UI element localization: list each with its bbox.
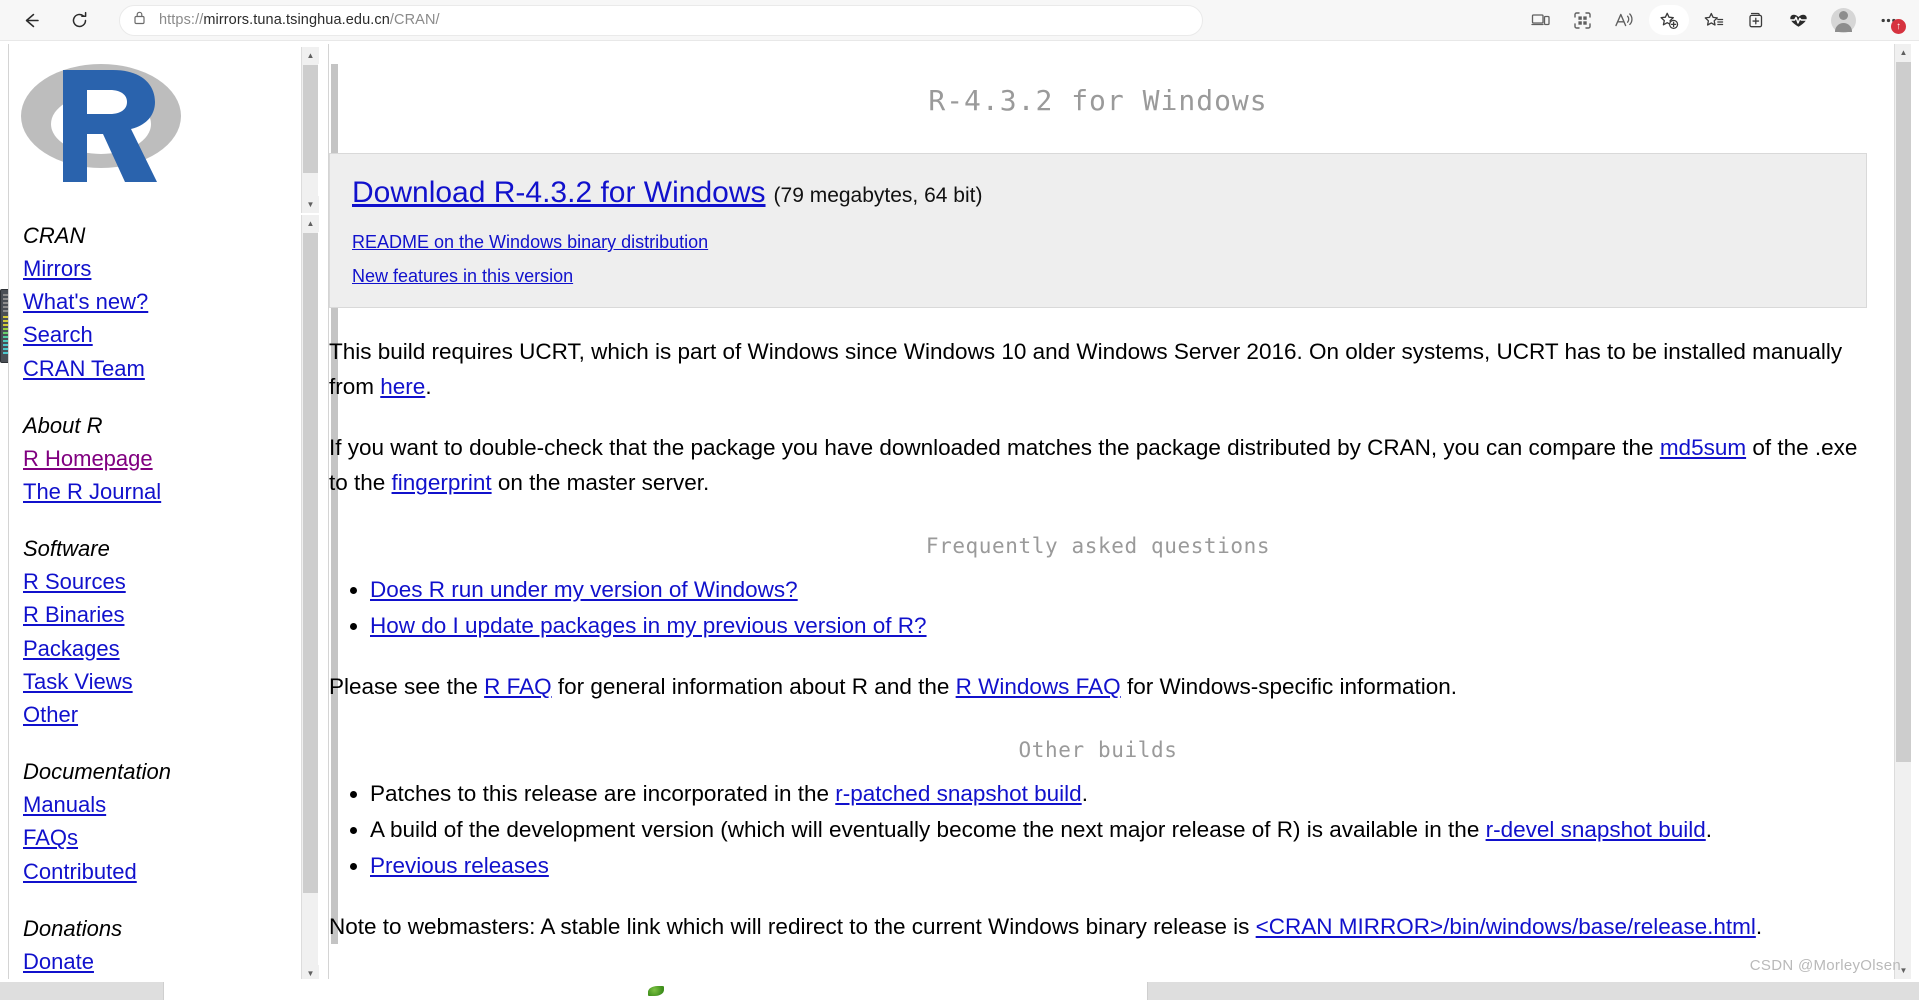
update-badge: ↑ (1891, 19, 1906, 34)
ucrt-text-after: . (425, 374, 432, 399)
page-title: R-4.3.2 for Windows (928, 84, 1268, 117)
split-screen-icon (1530, 13, 1550, 25)
ucrt-paragraph: This build requires UCRT, which is part … (329, 334, 1867, 404)
scroll-up-arrow-icon[interactable]: ▲ (302, 47, 319, 64)
taskbar-window-preview[interactable] (163, 982, 1148, 1000)
collections-icon (1749, 12, 1763, 27)
r-patched-snapshot-link[interactable]: r-patched snapshot build (835, 781, 1081, 806)
download-box: Download R-4.3.2 for Windows (79 megabyte… (329, 153, 1867, 308)
webmaster-note-paragraph: Note to webmasters: A stable link which … (329, 909, 1867, 944)
sidebar-scrollbar-top[interactable]: ▲ ▼ (301, 47, 319, 213)
qr-code-icon (1573, 11, 1591, 29)
download-link[interactable]: Download R-4.3.2 for Windows (352, 176, 766, 209)
content-frame: R-4.3.2 for Windows Download R-4.3.2 for… (328, 44, 1911, 979)
list-item: Previous releases (370, 848, 1867, 883)
leaf-icon (647, 986, 664, 996)
md5-text-before: If you want to double-check that the pac… (329, 435, 1660, 460)
split-screen-button[interactable] (1523, 5, 1557, 35)
r-devel-snapshot-link[interactable]: r-devel snapshot build (1486, 817, 1706, 842)
md5-text-after: on the master server. (491, 470, 710, 495)
other-builds-list: Patches to this release are incorporated… (329, 776, 1867, 883)
favorites-list-icon (1704, 12, 1724, 26)
download-line: Download R-4.3.2 for Windows (79 megabyte… (352, 176, 1844, 210)
r-logo (15, 54, 195, 199)
faq-list: Does R run under my version of Windows? … (329, 572, 1867, 643)
scroll-down-arrow-icon[interactable]: ▼ (302, 196, 319, 213)
fingerprint-link[interactable]: fingerprint (392, 470, 492, 495)
page-viewport: CRAN Mirrors What's new? Search CRAN Tea… (0, 41, 1919, 982)
profile-button[interactable] (1826, 5, 1860, 35)
other-builds-heading: Other builds (1018, 738, 1178, 762)
scrollbar-thumb[interactable] (303, 65, 318, 173)
taskbar-strip (0, 982, 1919, 1000)
browser-toolbar: https://mirrors.tuna.tsinghua.edu.cn/CRA… (0, 0, 1919, 41)
scrollbar-thumb[interactable] (1896, 62, 1911, 762)
watermark: CSDN @MorleyOlsen (1749, 957, 1901, 974)
content-scrollbar[interactable]: ▲ ▼ (1894, 44, 1911, 979)
list-item: How do I update packages in my previous … (370, 608, 1867, 643)
download-size-note: (79 megabytes, 64 bit) (773, 184, 983, 207)
refresh-icon (72, 11, 86, 27)
qr-code-button[interactable] (1565, 5, 1599, 35)
readme-link[interactable]: README on the Windows binary distributio… (352, 232, 1844, 253)
md5-paragraph: If you want to double-check that the pac… (329, 430, 1867, 500)
url-path: /CRAN/ (389, 12, 440, 28)
list-item: Patches to this release are incorporated… (370, 776, 1867, 811)
favorites-button[interactable] (1697, 5, 1731, 35)
back-arrow-icon (25, 13, 39, 27)
faq-heading: Frequently asked questions (925, 534, 1271, 558)
md5sum-link[interactable]: md5sum (1660, 435, 1746, 460)
devel-after: . (1705, 817, 1712, 842)
webmaster-after: . (1755, 914, 1763, 939)
settings-and-more-button[interactable]: ↑ (1871, 5, 1906, 35)
faq-see-also-paragraph: Please see the R FAQ for general informa… (329, 669, 1867, 704)
r-windows-faq-link[interactable]: R Windows FAQ (956, 674, 1121, 699)
new-features-link[interactable]: New features in this version (352, 266, 1844, 287)
patched-before: Patches to this release are incorporated… (370, 781, 836, 806)
read-aloud-icon (1615, 12, 1633, 26)
address-bar[interactable]: https://mirrors.tuna.tsinghua.edu.cn/CRA… (119, 4, 1203, 36)
patched-after: . (1081, 781, 1088, 806)
previous-releases-link[interactable]: Previous releases (370, 853, 549, 878)
read-aloud-button[interactable] (1607, 5, 1641, 35)
add-favorite-button[interactable] (1649, 5, 1689, 35)
ucrt-text-before: This build requires UCRT, which is part … (329, 339, 1843, 399)
see-also-before: Please see the (329, 674, 485, 699)
r-faq-link[interactable]: R FAQ (484, 674, 552, 699)
browser-essentials-button[interactable] (1781, 5, 1815, 35)
toolbar-actions: ↑ (1519, 0, 1909, 41)
see-also-after: for Windows-specific information. (1120, 674, 1458, 699)
faq-link-update-packages[interactable]: How do I update packages in my previous … (370, 613, 927, 638)
url-scheme: https:// (159, 12, 204, 28)
content-inner: R-4.3.2 for Windows Download R-4.3.2 for… (329, 44, 1889, 944)
scroll-up-arrow-icon[interactable]: ▲ (1895, 44, 1911, 61)
cran-mirror-release-link[interactable]: <CRAN MIRROR>/bin/windows/base/release.h… (1256, 914, 1756, 939)
back-button[interactable] (13, 5, 49, 35)
refresh-button[interactable] (61, 5, 97, 35)
sidebar-frame: CRAN Mirrors What's new? Search CRAN Tea… (8, 44, 370, 979)
list-item: Does R run under my version of Windows? (370, 572, 1867, 607)
avatar (1830, 7, 1856, 33)
scroll-down-arrow-icon[interactable]: ▼ (302, 965, 319, 979)
scroll-up-arrow-icon[interactable]: ▲ (302, 215, 319, 232)
devel-before: A build of the development version (whic… (370, 817, 1486, 842)
ucrt-here-link[interactable]: here (380, 374, 425, 399)
sidebar-scrollbar-main[interactable]: ▲ ▼ (301, 215, 319, 979)
collections-button[interactable] (1739, 5, 1773, 35)
webmaster-before: Note to webmasters: A stable link which … (329, 914, 1256, 939)
browser-essentials-icon (1789, 14, 1807, 27)
faq-link-version-windows[interactable]: Does R run under my version of Windows? (370, 577, 798, 602)
scrollbar-thumb[interactable] (303, 233, 318, 893)
url-host: mirrors.tuna.tsinghua.edu.cn (203, 12, 390, 28)
see-also-middle: for general information about R and the (551, 674, 956, 699)
lock-icon (132, 10, 147, 31)
url-text: https://mirrors.tuna.tsinghua.edu.cn/CRA… (159, 12, 440, 28)
list-item: A build of the development version (whic… (370, 812, 1867, 847)
add-favorite-icon (1660, 12, 1679, 29)
